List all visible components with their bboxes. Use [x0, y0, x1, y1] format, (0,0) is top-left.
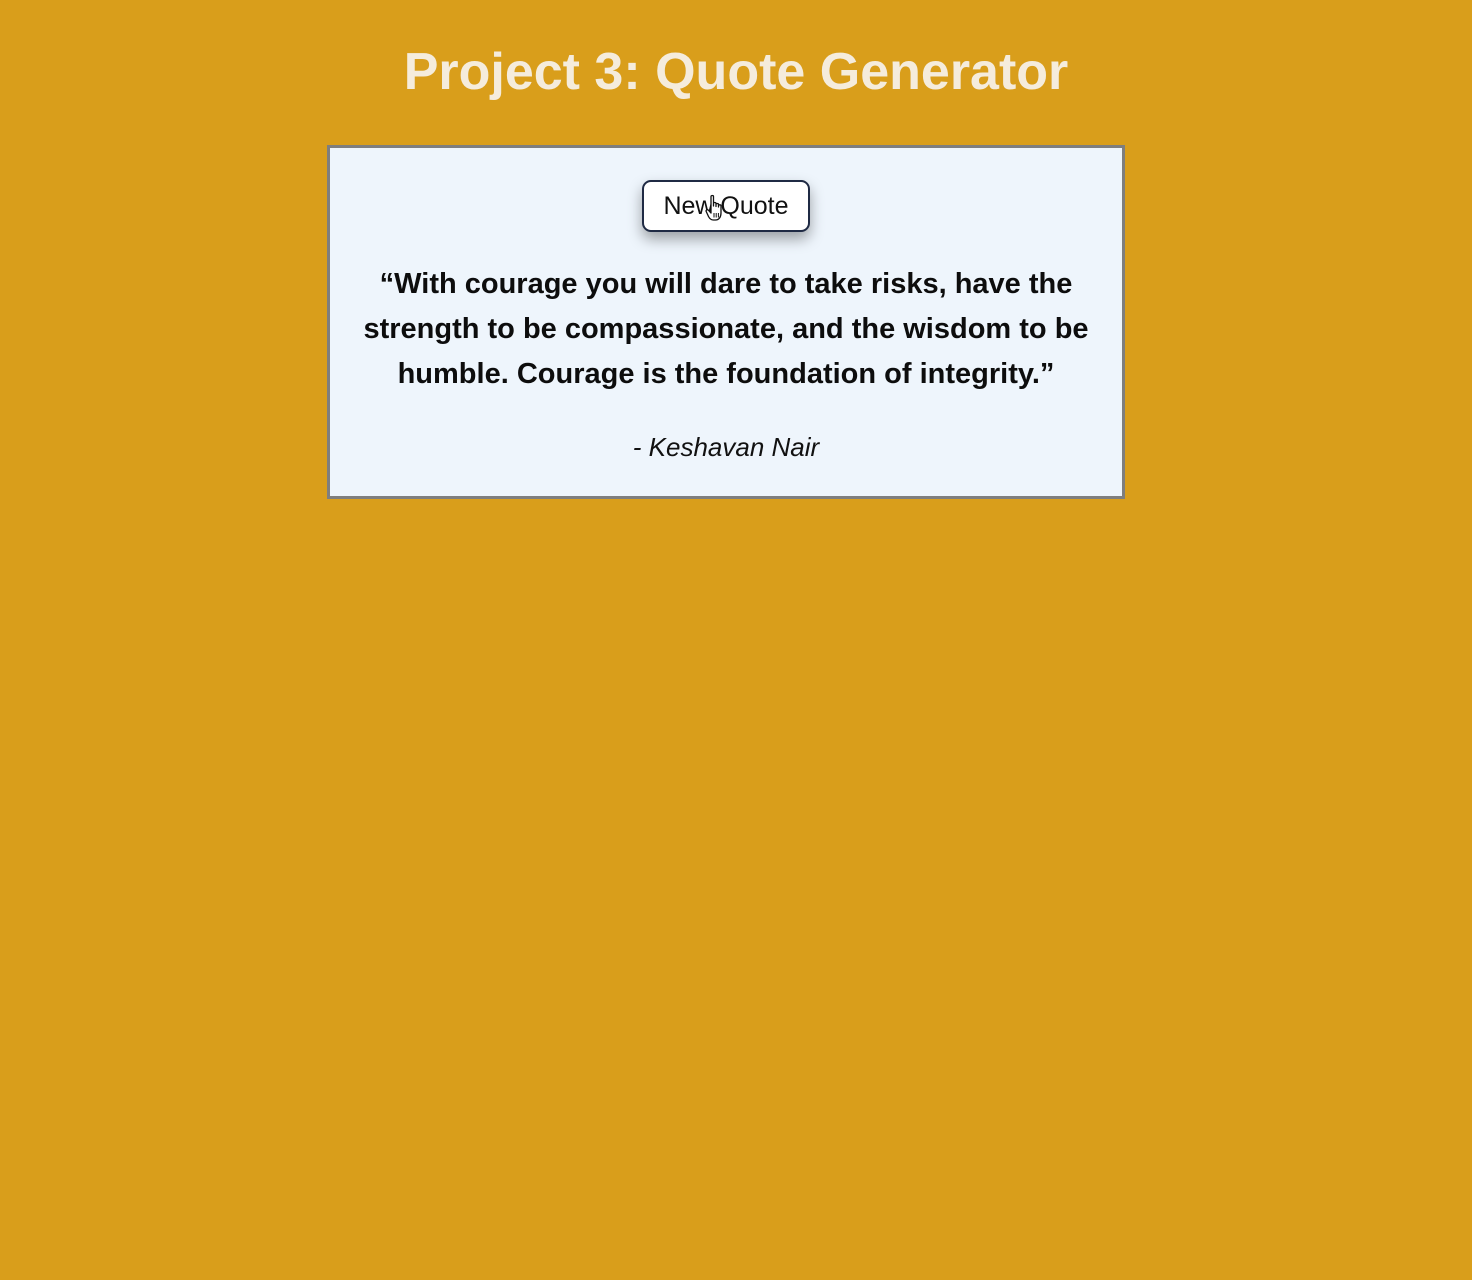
quote-card: New Quote “With courage you will dare to… — [327, 145, 1125, 499]
new-quote-button[interactable]: New Quote — [642, 180, 810, 232]
quote-text: “With courage you will dare to take risk… — [363, 268, 1089, 390]
quote-author: - Keshavan Nair — [632, 432, 820, 462]
page-title: Project 3: Quote Generator — [403, 43, 1069, 101]
